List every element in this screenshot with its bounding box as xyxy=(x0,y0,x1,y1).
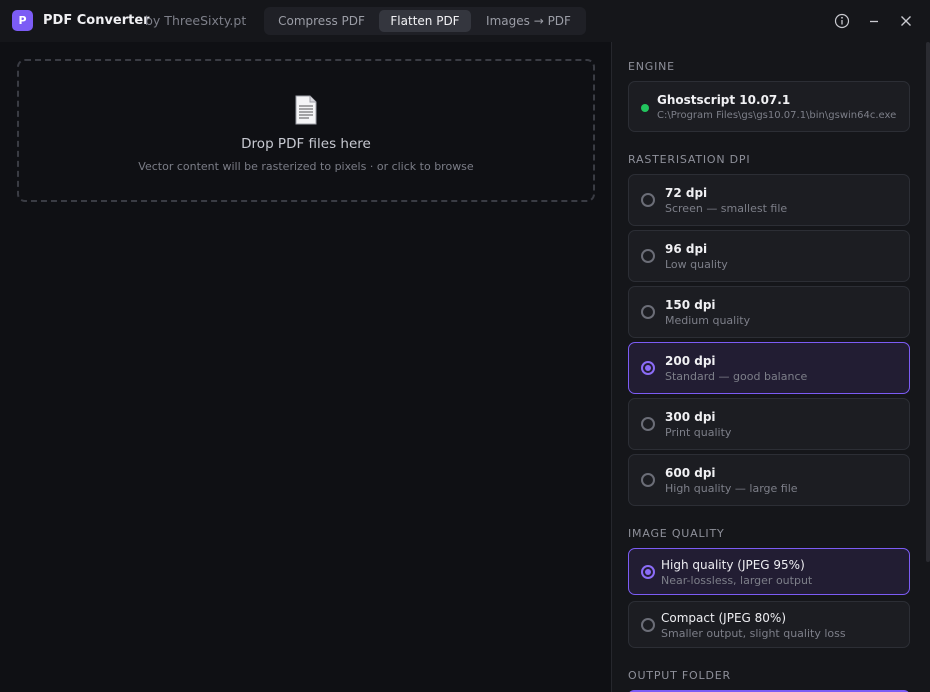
dpi-option-title: 600 dpi xyxy=(665,466,716,480)
quality-option-title: High quality (JPEG 95%) xyxy=(661,558,805,572)
dpi-option-72[interactable]: 72 dpi Screen — smallest file xyxy=(628,174,910,226)
radio-indicator xyxy=(641,417,655,431)
app-title: PDF Converter xyxy=(43,13,150,28)
engine-section-label: ENGINE xyxy=(628,60,675,73)
quality-section-label: IMAGE QUALITY xyxy=(628,527,725,540)
mode-tabs: Compress PDF Flatten PDF Images → PDF xyxy=(264,7,586,35)
title-bar: P PDF Converter by ThreeSixty.pt Compres… xyxy=(0,0,930,42)
dropzone-subtitle: Vector content will be rasterized to pix… xyxy=(138,160,474,173)
dpi-option-600[interactable]: 600 dpi High quality — large file xyxy=(628,454,910,506)
dpi-option-desc: Low quality xyxy=(665,258,728,271)
info-button[interactable] xyxy=(833,12,851,30)
file-pane: Drop PDF files here Vector content will … xyxy=(0,42,611,692)
radio-indicator xyxy=(641,305,655,319)
settings-panel: ENGINE Ghostscript 10.07.1 C:\Program Fi… xyxy=(612,42,930,692)
settings-scrollbar[interactable] xyxy=(926,42,930,562)
quality-option-desc: Smaller output, slight quality loss xyxy=(661,627,846,640)
dpi-option-title: 200 dpi xyxy=(665,354,716,368)
dpi-option-title: 150 dpi xyxy=(665,298,716,312)
quality-option-compact[interactable]: Compact (JPEG 80%) Smaller output, sligh… xyxy=(628,601,910,648)
dpi-option-title: 96 dpi xyxy=(665,242,708,256)
quality-option-desc: Near-lossless, larger output xyxy=(661,574,813,587)
tab-flatten-pdf[interactable]: Flatten PDF xyxy=(379,10,471,32)
app-logo: P xyxy=(12,10,33,31)
document-icon xyxy=(295,95,317,125)
close-button[interactable] xyxy=(897,12,915,30)
pdf-dropzone[interactable]: Drop PDF files here Vector content will … xyxy=(17,59,595,202)
dpi-option-desc: Medium quality xyxy=(665,314,751,327)
engine-path: C:\Program Files\gs\gs10.07.1\bin\gswin6… xyxy=(657,110,897,121)
radio-indicator xyxy=(641,618,655,632)
output-section-label: OUTPUT FOLDER xyxy=(628,669,731,682)
info-icon xyxy=(834,13,850,29)
engine-card: Ghostscript 10.07.1 C:\Program Files\gs\… xyxy=(628,81,910,132)
dpi-section-label: RASTERISATION DPI xyxy=(628,153,751,166)
app-subtitle: by ThreeSixty.pt xyxy=(145,13,247,28)
engine-name: Ghostscript 10.07.1 xyxy=(657,93,791,107)
dpi-option-title: 72 dpi xyxy=(665,186,708,200)
dpi-option-title: 300 dpi xyxy=(665,410,716,424)
radio-indicator-selected xyxy=(641,361,655,375)
dpi-option-96[interactable]: 96 dpi Low quality xyxy=(628,230,910,282)
dpi-option-150[interactable]: 150 dpi Medium quality xyxy=(628,286,910,338)
engine-status-dot xyxy=(641,104,649,112)
radio-indicator xyxy=(641,249,655,263)
dropzone-title: Drop PDF files here xyxy=(241,136,371,152)
tab-images-to-pdf[interactable]: Images → PDF xyxy=(477,10,580,32)
radio-indicator xyxy=(641,473,655,487)
quality-option-high[interactable]: High quality (JPEG 95%) Near-lossless, l… xyxy=(628,548,910,595)
dpi-option-desc: Standard — good balance xyxy=(665,370,808,383)
dpi-option-200[interactable]: 200 dpi Standard — good balance xyxy=(628,342,910,394)
tab-compress-pdf[interactable]: Compress PDF xyxy=(270,10,373,32)
close-icon xyxy=(901,16,911,26)
minimize-button[interactable] xyxy=(865,12,883,30)
radio-indicator xyxy=(641,193,655,207)
dpi-option-desc: Screen — smallest file xyxy=(665,202,788,215)
dpi-option-desc: High quality — large file xyxy=(665,482,798,495)
dpi-option-desc: Print quality xyxy=(665,426,732,439)
quality-option-title: Compact (JPEG 80%) xyxy=(661,611,787,625)
radio-indicator-selected xyxy=(641,565,655,579)
minimize-icon xyxy=(870,20,878,23)
dpi-option-300[interactable]: 300 dpi Print quality xyxy=(628,398,910,450)
